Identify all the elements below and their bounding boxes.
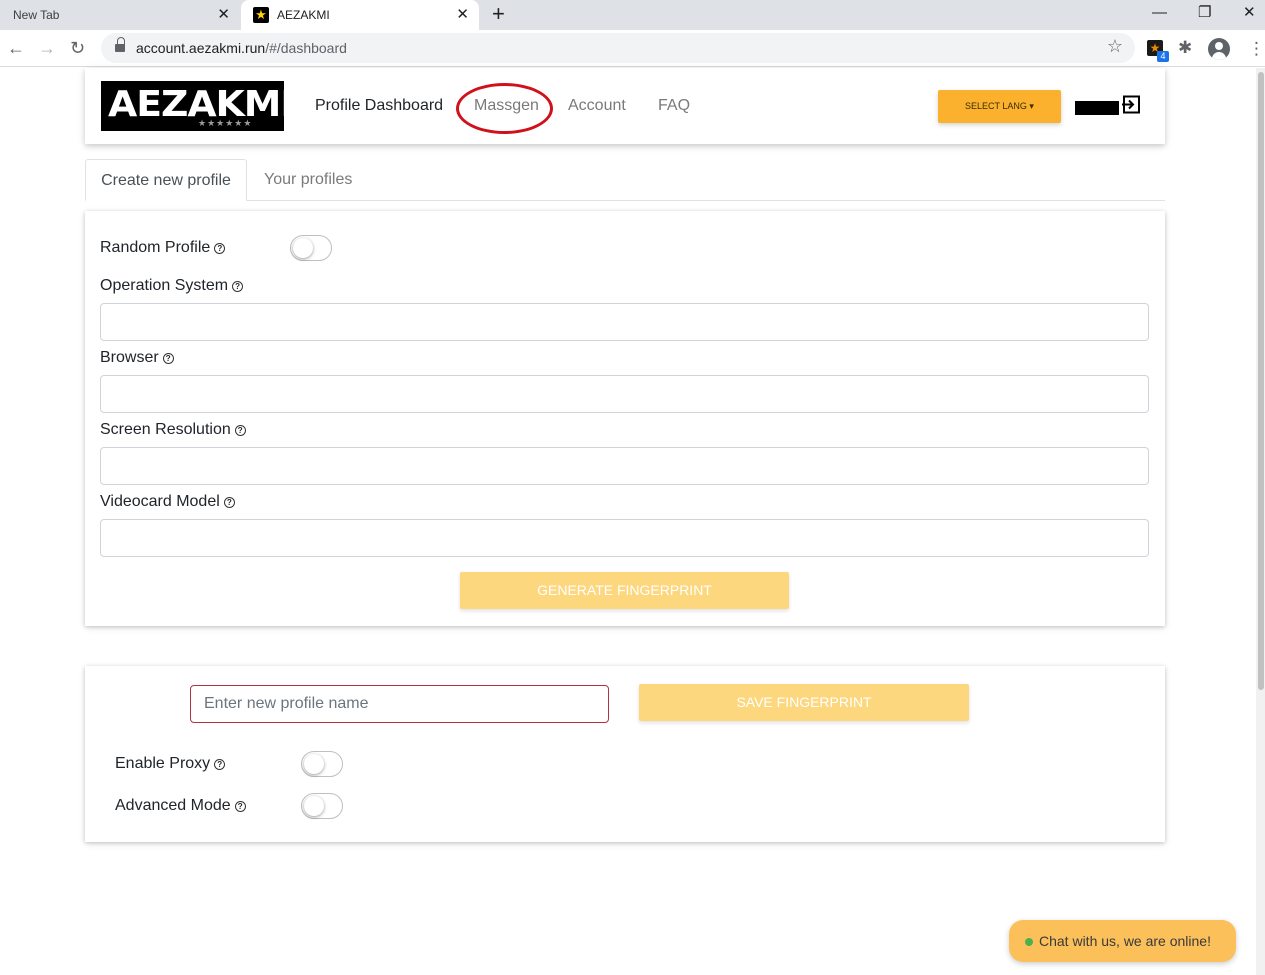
- help-icon[interactable]: ?: [162, 353, 174, 364]
- extensions-puzzle-icon[interactable]: ✱: [1178, 38, 1192, 58]
- scrollbar-thumb[interactable]: [1258, 72, 1264, 690]
- save-fingerprint-button[interactable]: SAVE FINGERPRINT: [639, 684, 969, 721]
- minimize-icon[interactable]: —: [1152, 2, 1167, 24]
- redacted-username: [1075, 101, 1119, 115]
- forward-arrow-icon[interactable]: →: [38, 36, 56, 60]
- address-bar[interactable]: account.aezakmi.run/#/dashboard ☆: [101, 33, 1135, 63]
- close-icon[interactable]: ✕: [217, 6, 230, 24]
- red-highlight-circle: [456, 83, 553, 134]
- profile-avatar-icon[interactable]: [1208, 38, 1230, 60]
- help-icon[interactable]: ?: [234, 425, 246, 436]
- generate-fingerprint-button[interactable]: GENERATE FINGERPRINT: [460, 572, 789, 609]
- profile-tabs: Create new profile Your profiles: [85, 159, 1165, 201]
- url-host: account.aezakmi.run: [136, 40, 266, 56]
- logo-stars: ★★★★★★: [198, 118, 253, 128]
- enable-proxy-label: Enable Proxy?: [115, 755, 226, 773]
- tab-your-profiles[interactable]: Your profiles: [264, 159, 352, 201]
- chat-widget-text: Chat with us, we are online!: [1039, 933, 1211, 949]
- enable-proxy-toggle[interactable]: [301, 751, 343, 777]
- advanced-mode-label: Advanced Mode?: [115, 797, 246, 815]
- random-profile-toggle[interactable]: [290, 235, 332, 261]
- restore-icon[interactable]: ❐: [1198, 2, 1211, 24]
- help-icon[interactable]: ?: [234, 801, 246, 812]
- videocard-model-label: Videocard Model?: [100, 493, 235, 511]
- browser-tabstrip: New Tab ✕ ★ AEZAKMI ✕ + — ❐ ✕: [0, 0, 1265, 30]
- select-lang-button[interactable]: SELECT LANG ▾: [938, 90, 1061, 123]
- fingerprint-form-card: Random Profile? Operation System? Browse…: [85, 211, 1165, 626]
- operation-system-label: Operation System?: [100, 277, 244, 295]
- bookmark-star-icon[interactable]: ☆: [1107, 36, 1123, 57]
- tab-create-new-profile[interactable]: Create new profile: [85, 159, 247, 201]
- screen-resolution-field[interactable]: [100, 447, 1149, 485]
- browser-tab-title: New Tab: [13, 8, 60, 22]
- videocard-model-field[interactable]: [100, 519, 1149, 557]
- operation-system-field[interactable]: [100, 303, 1149, 341]
- window-close-icon[interactable]: ✕: [1243, 2, 1256, 24]
- chat-widget-button[interactable]: Chat with us, we are online!: [1009, 920, 1236, 962]
- site-navbar: AEZAKMI ★★★★★★ Profile Dashboard Massgen…: [85, 68, 1165, 144]
- random-profile-label: Random Profile?: [100, 239, 226, 257]
- new-tab-plus-icon[interactable]: +: [492, 2, 505, 26]
- browser-tab-title: AEZAKMI: [277, 8, 330, 22]
- url-path: /#/dashboard: [265, 40, 347, 56]
- back-arrow-icon[interactable]: ←: [7, 36, 25, 60]
- screen-resolution-label: Screen Resolution?: [100, 421, 246, 439]
- browser-toolbar: ← → ↻ account.aezakmi.run/#/dashboard ☆: [0, 30, 1265, 67]
- help-icon[interactable]: ?: [232, 281, 244, 292]
- star-favicon-icon: ★: [253, 7, 269, 23]
- logout-icon[interactable]: [1121, 95, 1141, 115]
- save-profile-card: SAVE FINGERPRINT Enable Proxy? Advanced …: [85, 666, 1165, 842]
- online-status-dot: [1025, 938, 1033, 946]
- extension-badge: 4: [1157, 51, 1169, 62]
- lock-icon: [115, 37, 125, 53]
- advanced-mode-toggle[interactable]: [301, 793, 343, 819]
- close-icon[interactable]: ✕: [456, 6, 469, 24]
- help-icon[interactable]: ?: [214, 759, 226, 770]
- browser-tab-aezakmi[interactable]: ★ AEZAKMI ✕: [241, 0, 479, 30]
- aezakmi-logo[interactable]: AEZAKMI ★★★★★★: [101, 81, 294, 131]
- help-icon[interactable]: ?: [223, 497, 235, 508]
- browser-field[interactable]: [100, 375, 1149, 413]
- url-text[interactable]: account.aezakmi.run/#/dashboard: [136, 40, 347, 56]
- reload-icon[interactable]: ↻: [70, 36, 85, 60]
- nav-link-profile-dashboard[interactable]: Profile Dashboard: [315, 97, 443, 115]
- browser-label: Browser?: [100, 349, 174, 367]
- browser-tab-new-tab[interactable]: New Tab ✕: [0, 0, 240, 30]
- nav-link-account[interactable]: Account: [568, 97, 626, 115]
- menu-kebab-icon[interactable]: ⋮: [1248, 38, 1265, 60]
- nav-link-faq[interactable]: FAQ: [658, 97, 690, 115]
- profile-name-input[interactable]: [190, 685, 609, 723]
- help-icon[interactable]: ?: [214, 243, 226, 254]
